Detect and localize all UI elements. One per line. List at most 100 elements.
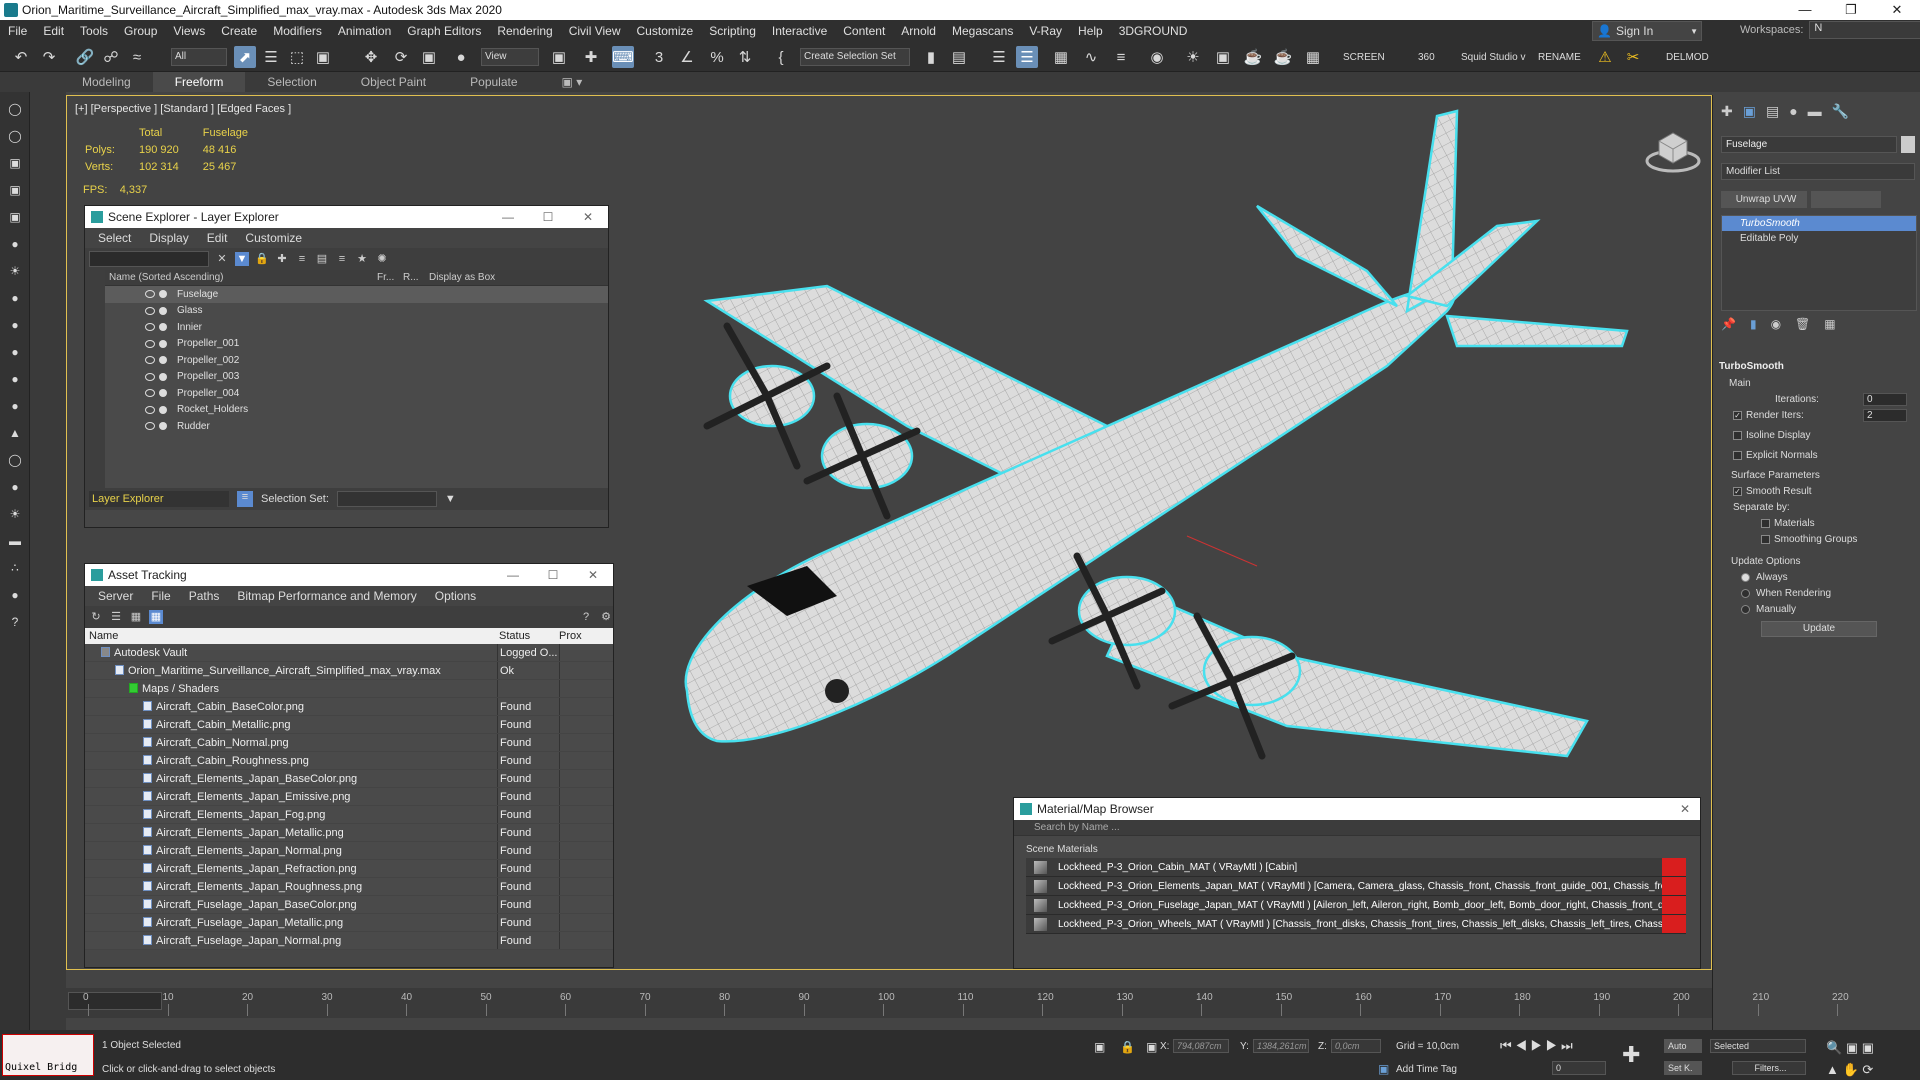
render-dot-icon[interactable]: [159, 389, 167, 398]
explicit-normals-checkbox[interactable]: [1733, 450, 1742, 460]
rollout-title[interactable]: TurboSmooth: [1719, 361, 1917, 375]
materials-checkbox[interactable]: [1761, 518, 1770, 528]
menu-group[interactable]: Group: [116, 24, 165, 38]
menu-rendering[interactable]: Rendering: [489, 24, 560, 38]
rename-label[interactable]: RENAME: [1538, 52, 1581, 63]
isoline-checkbox[interactable]: [1733, 430, 1742, 440]
tab-freeform[interactable]: Freeform: [152, 72, 246, 92]
utilities-tab-icon[interactable]: 🔧: [1832, 103, 1849, 120]
angle-snap-icon[interactable]: ∠: [676, 46, 698, 68]
set-key-button[interactable]: Set K.: [1664, 1061, 1702, 1075]
col-status[interactable]: Status: [497, 628, 559, 644]
tab-selection[interactable]: Selection: [245, 72, 338, 92]
stack-icon[interactable]: ≡: [335, 252, 349, 266]
current-frame-field[interactable]: 0: [1552, 1061, 1606, 1075]
pan-icon[interactable]: ✋: [1843, 1062, 1859, 1077]
render-icon[interactable]: ☕: [1242, 46, 1264, 68]
list-icon[interactable]: ☰: [109, 610, 123, 624]
eye-icon[interactable]: [145, 422, 155, 431]
grid-icon[interactable]: ▦: [1302, 46, 1324, 68]
render-dot-icon[interactable]: [159, 323, 167, 332]
table-icon[interactable]: ▦: [149, 610, 163, 624]
smooth-result-checkbox[interactable]: ✓: [1733, 486, 1742, 496]
sun-icon[interactable]: ☀: [5, 504, 25, 524]
render-dot-icon[interactable]: [159, 372, 167, 381]
create-icon[interactable]: ◯: [5, 99, 25, 119]
selection-filter-select[interactable]: All: [171, 48, 227, 66]
x-coordinate-field[interactable]: 794,087cm: [1173, 1039, 1229, 1053]
menu-paths[interactable]: Paths: [180, 589, 229, 603]
object-name-field[interactable]: Fuselage: [1721, 136, 1897, 153]
menu-arnold[interactable]: Arnold: [893, 24, 944, 38]
layer-row[interactable]: Propeller_001: [105, 336, 608, 353]
spinner-snap-icon[interactable]: ⇅: [734, 46, 756, 68]
tab-populate[interactable]: Populate: [448, 72, 539, 92]
material-editor-icon[interactable]: ◉: [1146, 46, 1168, 68]
pin-stack-icon[interactable]: 📌: [1721, 317, 1736, 331]
asset-row[interactable]: Aircraft_Elements_Japan_Normal.png Found: [85, 842, 613, 860]
menu-server[interactable]: Server: [89, 589, 142, 603]
menu-views[interactable]: Views: [165, 24, 213, 38]
create-tab-icon[interactable]: ✚: [1721, 103, 1733, 120]
menu-edit[interactable]: Edit: [35, 24, 72, 38]
asset-row[interactable]: Aircraft_Elements_Japan_Roughness.png Fou…: [85, 878, 613, 896]
eye-icon[interactable]: [145, 290, 155, 299]
render-dot-icon[interactable]: [159, 306, 167, 315]
configure-sets-icon[interactable]: ▦: [1824, 317, 1835, 331]
redo-icon[interactable]: ↷: [38, 46, 60, 68]
always-radio[interactable]: [1741, 572, 1750, 582]
minimize-button[interactable]: —: [493, 568, 533, 582]
eye-icon[interactable]: [145, 323, 155, 332]
menu-file[interactable]: File: [142, 589, 179, 603]
layer-stack-icon[interactable]: ≡: [237, 491, 253, 507]
fov-icon[interactable]: ▲: [1826, 1062, 1839, 1077]
asset-row[interactable]: Aircraft_Fuselage_Japan_BaseColor.png Fou…: [85, 896, 613, 914]
eye-icon[interactable]: [145, 356, 155, 365]
bind-spacewarp-icon[interactable]: ≈: [126, 46, 148, 68]
display-tab-icon[interactable]: ▬: [1808, 103, 1822, 120]
menu-content[interactable]: Content: [835, 24, 893, 38]
asset-row[interactable]: Aircraft_Elements_Japan_Refraction.png Fo…: [85, 860, 613, 878]
menu-tools[interactable]: Tools: [72, 24, 116, 38]
col-name[interactable]: Name: [85, 628, 497, 644]
asset-row[interactable]: Aircraft_Cabin_Normal.png Found: [85, 734, 613, 752]
render-dot-icon[interactable]: [159, 356, 167, 365]
menu-scripting[interactable]: Scripting: [701, 24, 764, 38]
dynamics-icon[interactable]: ●: [5, 585, 25, 605]
select-object-icon[interactable]: ⬈: [234, 46, 256, 68]
maximize-button[interactable]: ❐: [1828, 2, 1874, 18]
close-button[interactable]: ✕: [573, 568, 613, 582]
squid-label[interactable]: Squid Studio v: [1461, 52, 1526, 63]
layer-row[interactable]: Innier: [105, 319, 608, 336]
scissors-icon[interactable]: ✂: [1622, 46, 1644, 68]
ribbon-toggle-icon[interactable]: ▦: [1050, 46, 1072, 68]
update-button[interactable]: Update: [1761, 621, 1877, 637]
layer-row[interactable]: Rocket_Holders: [105, 402, 608, 419]
undo-icon[interactable]: ↶: [10, 46, 32, 68]
sync-icon[interactable]: ✺: [375, 252, 389, 266]
asset-row[interactable]: Maps / Shaders: [85, 680, 613, 698]
close-button[interactable]: ✕: [1680, 802, 1690, 816]
menu-customize[interactable]: Customize: [629, 24, 702, 38]
asset-row[interactable]: Aircraft_Cabin_Metallic.png Found: [85, 716, 613, 734]
when-rendering-radio[interactable]: [1741, 588, 1750, 598]
render-iterative-icon[interactable]: ☕: [1272, 46, 1294, 68]
snaps-toggle-icon[interactable]: 3: [648, 46, 670, 68]
render-dot-icon[interactable]: [159, 339, 167, 348]
info-icon[interactable]: ?: [5, 612, 25, 632]
ribbon-options-icon[interactable]: ▣ ▾: [540, 72, 605, 92]
schematic-view-icon[interactable]: ≡: [1110, 46, 1132, 68]
goto-end-icon[interactable]: ⏭: [1561, 1038, 1573, 1053]
search-input[interactable]: [89, 251, 209, 267]
selection-set-select[interactable]: [336, 491, 437, 507]
timeline-track[interactable]: 0 10 20 30 40 50 60 70 80 90 100 110 120 130 140 150 160…: [66, 988, 1849, 1018]
layer-row[interactable]: Fuselage: [105, 286, 608, 303]
pivot-icon[interactable]: ▣: [548, 46, 570, 68]
light-icon[interactable]: ☀: [5, 261, 25, 281]
refresh-icon[interactable]: ↻: [89, 610, 103, 624]
detail-icon[interactable]: ▦: [129, 610, 143, 624]
menu-display[interactable]: Display: [140, 231, 197, 245]
asset-row[interactable]: Orion_Maritime_Surveillance_Aircraft_Sim…: [85, 662, 613, 680]
plane-icon[interactable]: ▬: [5, 531, 25, 551]
asset-row[interactable]: Aircraft_Elements_Japan_Fog.png Found: [85, 806, 613, 824]
